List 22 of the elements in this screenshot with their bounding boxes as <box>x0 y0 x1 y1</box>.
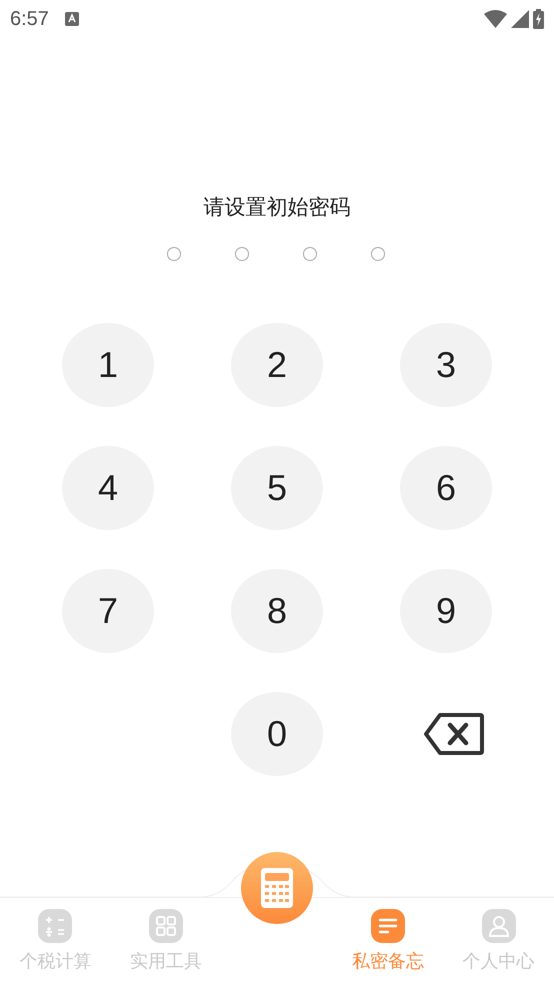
signal-icon <box>511 10 529 28</box>
password-prompt: 请设置初始密码 <box>202 194 352 221</box>
digit-key[interactable]: 1 <box>62 323 154 407</box>
grid-icon[interactable] <box>149 909 184 943</box>
digit-key[interactable]: 6 <box>400 446 492 530</box>
digit-key[interactable]: 0 <box>231 692 323 776</box>
keyboard-icon <box>64 12 79 26</box>
digit-key[interactable]: 2 <box>231 323 323 407</box>
digit-key[interactable]: 5 <box>231 446 323 530</box>
digit-key[interactable]: 9 <box>400 569 492 653</box>
arithmetic-icon[interactable] <box>38 909 72 943</box>
wifi-icon <box>484 10 507 28</box>
note-icon[interactable] <box>370 909 405 943</box>
digit-key[interactable]: 8 <box>231 569 323 653</box>
digit-key[interactable]: 4 <box>62 446 154 530</box>
battery-icon <box>533 9 544 29</box>
calculator-button[interactable] <box>240 852 313 924</box>
digit-key[interactable]: 3 <box>400 323 492 407</box>
digit-key[interactable]: 7 <box>62 569 154 653</box>
status-time: 6:57 <box>10 8 49 30</box>
backspace-icon[interactable] <box>424 712 484 756</box>
person-icon[interactable] <box>482 909 516 943</box>
